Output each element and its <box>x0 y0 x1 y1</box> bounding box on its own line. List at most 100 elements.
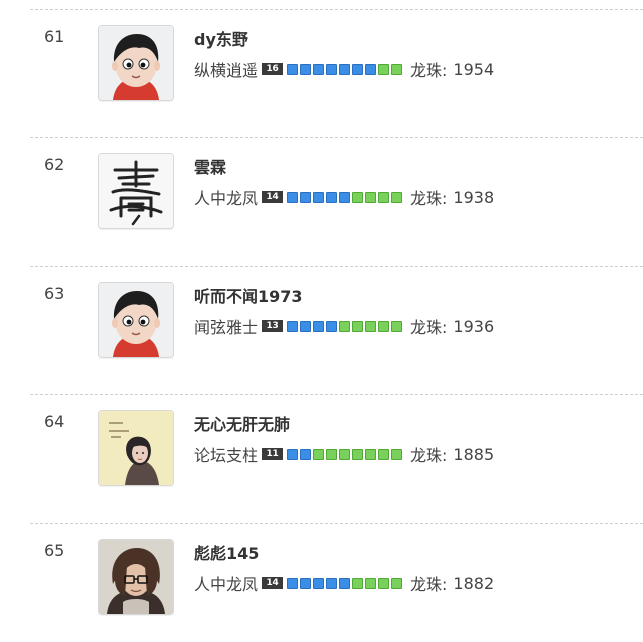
pearls-label: 龙珠: <box>410 446 448 465</box>
progress-block-filled <box>300 191 312 203</box>
progress-block-green <box>378 320 390 332</box>
pearls-value: 1885 <box>453 444 495 464</box>
calligraphy-avatar-icon <box>99 154 173 228</box>
rank-number: 62 <box>44 155 65 174</box>
user-title: 人中龙凤 <box>194 575 259 594</box>
level-badge: 11 <box>262 448 284 460</box>
ranking-row: 62 雲霖 人中龙凤 14 龙珠: 1938 <box>0 138 643 266</box>
level-badge: 16 <box>262 63 284 75</box>
username[interactable]: 听而不闻1973 <box>194 283 303 307</box>
progress-block-green <box>326 448 338 460</box>
rank-number: 64 <box>44 412 65 431</box>
pearls-label: 龙珠: <box>410 189 448 208</box>
rank-number: 61 <box>44 27 65 46</box>
username[interactable]: dy东野 <box>194 26 248 50</box>
level-progress-bar <box>287 320 404 332</box>
progress-block-filled <box>287 577 299 589</box>
man-glasses-avatar-icon <box>99 540 173 614</box>
cartoon-boy-avatar-icon <box>99 26 173 100</box>
progress-block-green <box>378 191 390 203</box>
progress-block-filled <box>300 320 312 332</box>
progress-block-green <box>391 577 403 589</box>
progress-block-filled <box>326 63 338 75</box>
ranking-row: 63 听而不闻1973 闻弦雅士 13 龙珠: 1936 <box>0 267 643 395</box>
ranking-row: 64 无心无肝无肺 论坛支柱 11 龙珠: 1885 <box>0 395 643 523</box>
progress-block-filled <box>287 63 299 75</box>
pearls-label: 龙珠: <box>410 318 448 337</box>
progress-block-green <box>365 448 377 460</box>
progress-block-filled <box>300 448 312 460</box>
progress-block-green <box>391 448 403 460</box>
progress-block-green <box>352 191 364 203</box>
user-meta: 人中龙凤 14 龙珠: 1938 <box>194 186 494 209</box>
progress-block-filled <box>339 577 351 589</box>
level-progress-bar <box>287 191 404 203</box>
user-meta: 闻弦雅士 13 龙珠: 1936 <box>194 315 495 338</box>
username[interactable]: 雲霖 <box>194 154 226 178</box>
ranking-row: 61 dy东野 纵横逍遥 16 龙珠: 1954 <box>0 10 643 138</box>
progress-block-filled <box>313 320 325 332</box>
progress-block-filled <box>326 191 338 203</box>
user-meta: 纵横逍遥 16 龙珠: 1954 <box>194 58 495 81</box>
pearls-value: 1882 <box>453 573 495 593</box>
progress-block-filled <box>326 320 338 332</box>
user-title: 纵横逍遥 <box>194 61 259 80</box>
avatar[interactable] <box>98 25 174 101</box>
progress-block-filled <box>287 448 299 460</box>
progress-block-green <box>378 63 390 75</box>
progress-block-filled <box>313 63 325 75</box>
username[interactable]: 彪彪145 <box>194 540 259 564</box>
woman-photo-avatar-icon <box>99 411 173 485</box>
progress-block-filled <box>326 577 338 589</box>
progress-block-green <box>391 191 403 203</box>
progress-block-filled <box>300 63 312 75</box>
progress-block-filled <box>365 63 377 75</box>
progress-block-filled <box>339 63 351 75</box>
progress-block-filled <box>300 577 312 589</box>
ranking-row: 65 彪彪145 人中龙凤 14 龙珠: 1882 <box>0 524 643 642</box>
progress-block-green <box>352 577 364 589</box>
level-badge: 14 <box>262 577 284 589</box>
level-progress-bar <box>287 448 404 460</box>
pearls-value: 1954 <box>453 59 495 79</box>
avatar[interactable] <box>98 282 174 358</box>
rank-number: 63 <box>44 284 65 303</box>
progress-block-green <box>339 448 351 460</box>
ranking-list: 61 dy东野 纵横逍遥 16 龙珠: 1954 62 雲霖 人中龙凤 14 龙… <box>0 0 643 642</box>
avatar[interactable] <box>98 539 174 615</box>
pearls-label: 龙珠: <box>410 575 448 594</box>
avatar[interactable] <box>98 410 174 486</box>
cartoon-boy-avatar-icon <box>99 283 173 357</box>
progress-block-green <box>378 577 390 589</box>
level-progress-bar <box>287 577 404 589</box>
user-meta: 论坛支柱 11 龙珠: 1885 <box>194 443 495 466</box>
progress-block-green <box>365 320 377 332</box>
progress-block-filled <box>352 63 364 75</box>
user-title: 闻弦雅士 <box>194 318 259 337</box>
pearls-label: 龙珠: <box>410 61 448 80</box>
progress-block-filled <box>313 191 325 203</box>
progress-block-green <box>339 320 351 332</box>
level-progress-bar <box>287 63 404 75</box>
progress-block-filled <box>313 577 325 589</box>
progress-block-green <box>391 320 403 332</box>
progress-block-filled <box>287 320 299 332</box>
avatar[interactable] <box>98 153 174 229</box>
progress-block-green <box>365 191 377 203</box>
progress-block-green <box>352 320 364 332</box>
progress-block-green <box>391 63 403 75</box>
user-title: 人中龙凤 <box>194 189 259 208</box>
progress-block-green <box>313 448 325 460</box>
username[interactable]: 无心无肝无肺 <box>194 411 290 435</box>
level-badge: 14 <box>262 191 284 203</box>
progress-block-filled <box>287 191 299 203</box>
progress-block-green <box>378 448 390 460</box>
rank-number: 65 <box>44 541 65 560</box>
progress-block-green <box>352 448 364 460</box>
user-title: 论坛支柱 <box>194 446 259 465</box>
user-meta: 人中龙凤 14 龙珠: 1882 <box>194 572 495 595</box>
level-badge: 13 <box>262 320 284 332</box>
progress-block-filled <box>339 191 351 203</box>
pearls-value: 1936 <box>453 316 495 336</box>
progress-block-green <box>365 577 377 589</box>
